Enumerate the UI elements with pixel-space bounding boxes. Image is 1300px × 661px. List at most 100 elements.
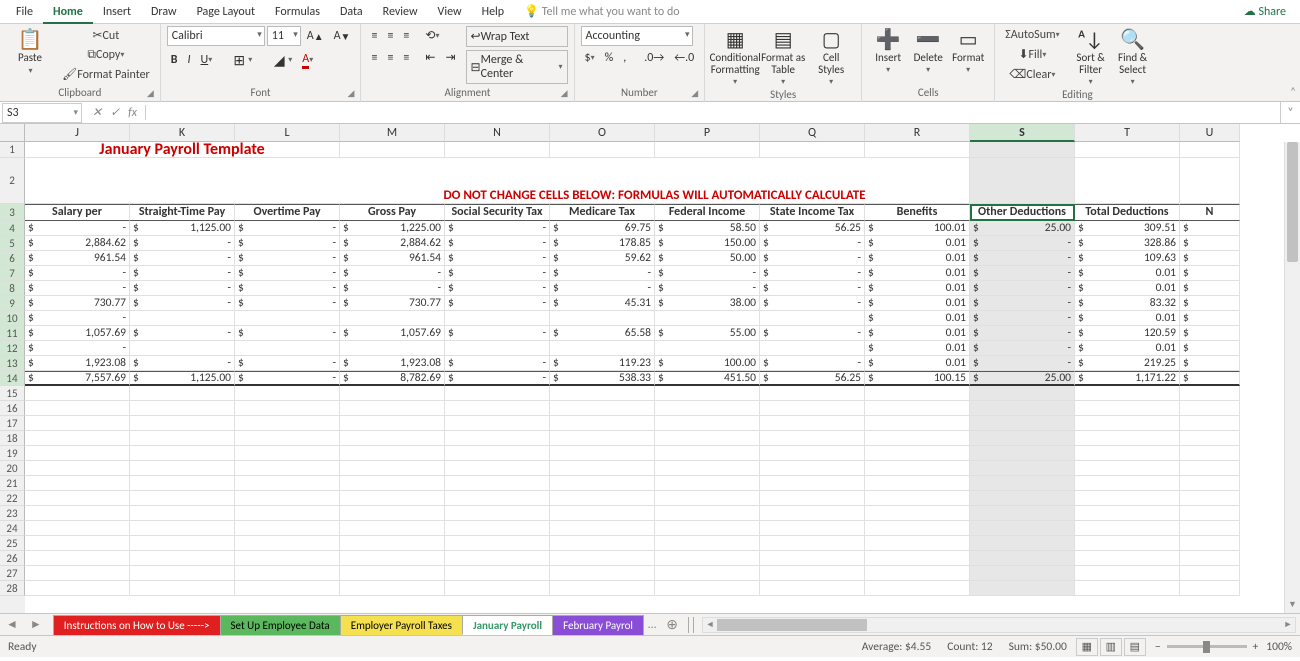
border-button[interactable]: ⊞	[226, 49, 256, 71]
cell[interactable]	[130, 491, 235, 506]
cell[interactable]: $45.31	[550, 296, 655, 311]
cell[interactable]: $-	[655, 266, 760, 281]
cell[interactable]	[445, 431, 550, 446]
cell[interactable]	[655, 446, 760, 461]
cut-button[interactable]: ✂ Cut	[58, 26, 154, 45]
cell[interactable]: $-	[445, 251, 550, 266]
cell[interactable]	[970, 521, 1075, 536]
cell[interactable]: $-	[235, 251, 340, 266]
expand-formula-bar-button[interactable]: ˅	[1280, 102, 1300, 123]
cell[interactable]: $-	[130, 296, 235, 311]
paste-button[interactable]: 📋 Paste	[6, 26, 54, 77]
cell[interactable]	[550, 566, 655, 581]
cell[interactable]	[445, 491, 550, 506]
cell[interactable]	[25, 581, 130, 596]
cell[interactable]	[445, 536, 550, 551]
cell[interactable]	[760, 386, 865, 401]
column-header-M[interactable]: M	[340, 124, 445, 142]
wrap-text-button[interactable]: ↩ Wrap Text	[466, 26, 568, 47]
row-header-20[interactable]: 20	[0, 461, 25, 476]
tellme-search[interactable]: 💡 Tell me what you want to do	[514, 0, 689, 24]
column-header-K[interactable]: K	[130, 124, 235, 142]
row-header-17[interactable]: 17	[0, 416, 25, 431]
cell[interactable]	[865, 142, 970, 158]
header-cell[interactable]: State Income Tax	[760, 204, 865, 221]
cell[interactable]	[445, 521, 550, 536]
cell[interactable]: $-	[25, 341, 130, 356]
cell[interactable]	[1180, 476, 1240, 491]
cell[interactable]: $-	[235, 221, 340, 236]
row-header-28[interactable]: 28	[0, 581, 25, 596]
header-cell[interactable]: Other Deductions	[970, 204, 1075, 221]
cell[interactable]	[235, 341, 340, 356]
row-header-24[interactable]: 24	[0, 521, 25, 536]
cell[interactable]: $	[1180, 341, 1240, 356]
cell[interactable]	[655, 476, 760, 491]
cell[interactable]	[235, 311, 340, 326]
row-header-4[interactable]: 4	[0, 221, 25, 236]
header-cell[interactable]: Gross Pay	[340, 204, 445, 221]
bold-button[interactable]: B	[167, 51, 182, 69]
cell[interactable]	[25, 158, 340, 204]
cell[interactable]	[445, 386, 550, 401]
tab-insert[interactable]: Insert	[93, 0, 141, 24]
vertical-scrollbar[interactable]: ▲ ▼	[1284, 142, 1300, 613]
cell[interactable]	[25, 536, 130, 551]
cell[interactable]: $50.00	[655, 251, 760, 266]
cell[interactable]: $328.86	[1075, 236, 1180, 251]
cell[interactable]: $-	[550, 266, 655, 281]
autosum-button[interactable]: Σ AutoSum	[1001, 26, 1063, 44]
cell[interactable]: $538.33	[550, 371, 655, 386]
cell[interactable]	[1075, 506, 1180, 521]
cell[interactable]: $	[1180, 221, 1240, 236]
cell[interactable]: $-	[760, 296, 865, 311]
cell[interactable]	[235, 461, 340, 476]
cell[interactable]	[1075, 566, 1180, 581]
header-cell[interactable]: N	[1180, 204, 1240, 221]
zoom-slider[interactable]	[1167, 645, 1247, 648]
cell[interactable]	[1180, 551, 1240, 566]
cell[interactable]	[235, 581, 340, 596]
cell[interactable]: $0.01	[865, 311, 970, 326]
cell[interactable]: $0.01	[865, 296, 970, 311]
cell[interactable]	[760, 446, 865, 461]
cell[interactable]	[655, 581, 760, 596]
cell[interactable]	[25, 446, 130, 461]
cell[interactable]	[130, 536, 235, 551]
cell[interactable]	[655, 551, 760, 566]
cell[interactable]	[970, 476, 1075, 491]
cell[interactable]	[1075, 431, 1180, 446]
cell[interactable]: $8,782.69	[340, 371, 445, 386]
cell[interactable]	[1075, 401, 1180, 416]
cell[interactable]	[655, 461, 760, 476]
cell[interactable]: $-	[445, 281, 550, 296]
header-cell[interactable]: Salary per	[25, 204, 130, 221]
cell[interactable]	[760, 461, 865, 476]
scroll-left-button[interactable]: ◄	[703, 618, 717, 632]
cell[interactable]	[865, 536, 970, 551]
underline-button[interactable]: U	[197, 51, 217, 69]
cell[interactable]	[655, 401, 760, 416]
row-header-19[interactable]: 19	[0, 446, 25, 461]
fill-color-button[interactable]: ◢	[266, 49, 296, 71]
cell[interactable]	[235, 446, 340, 461]
cell[interactable]: $-	[970, 341, 1075, 356]
font-launcher[interactable]: ◢	[348, 87, 355, 101]
name-box[interactable]: S3	[2, 103, 82, 123]
format-as-table-button[interactable]: ▤Format asTable	[759, 26, 807, 88]
cell[interactable]: $83.32	[1075, 296, 1180, 311]
cell[interactable]: $-	[445, 266, 550, 281]
cell[interactable]	[550, 311, 655, 326]
row-header-2[interactable]: 2	[0, 158, 25, 204]
cell[interactable]	[550, 581, 655, 596]
cell[interactable]	[865, 416, 970, 431]
header-cell[interactable]: Medicare Tax	[550, 204, 655, 221]
cell[interactable]	[550, 491, 655, 506]
cell[interactable]	[760, 401, 865, 416]
cell[interactable]: $-	[25, 281, 130, 296]
cell[interactable]: $-	[760, 251, 865, 266]
cell[interactable]: $961.54	[25, 251, 130, 266]
cell[interactable]: $0.01	[1075, 266, 1180, 281]
tab-home[interactable]: Home	[43, 0, 93, 24]
cell[interactable]: $-	[760, 281, 865, 296]
